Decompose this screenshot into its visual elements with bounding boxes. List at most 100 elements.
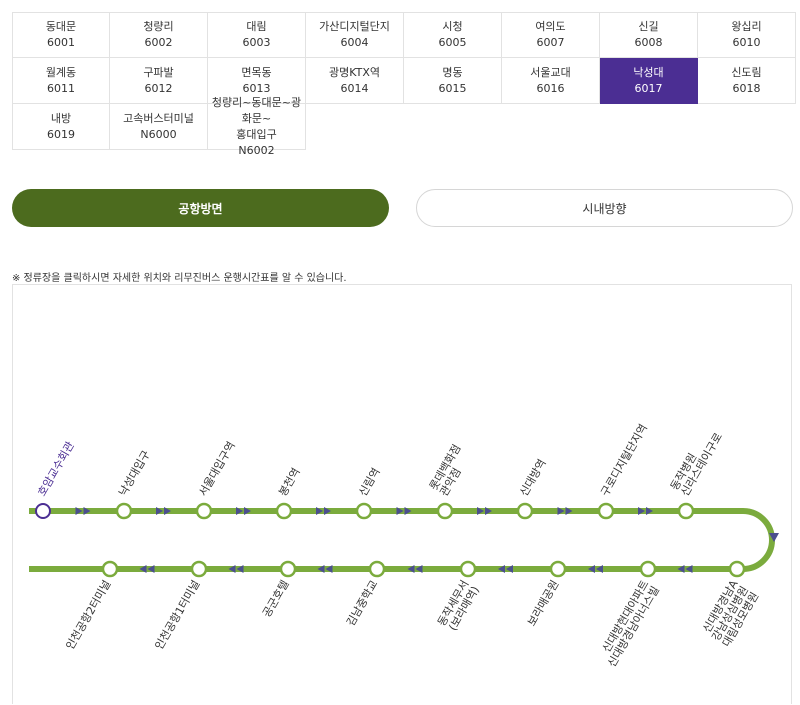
stop-name: 가산디지털단지 [319,20,390,33]
stop-cell[interactable]: 낙성대 6017 [600,58,698,104]
stop-code: 6008 [634,36,663,49]
stop-cell[interactable]: 고속버스터미널 N6000 [110,104,208,150]
station-label-line: 서울대입구역 [196,439,238,498]
stop-cell[interactable]: 동대문 6001 [12,12,110,58]
stop-cell[interactable]: 가산디지털단지 6004 [306,12,404,58]
station-marker [115,502,133,520]
station-label[interactable]: 보라매공원 [525,578,562,628]
station-marker [639,560,657,578]
station-label[interactable]: 낙성대입구 [116,448,153,498]
stop-name: 서울교대 [530,65,571,79]
notice-text: ※ 정류장을 클릭하시면 자세한 위치와 리무진버스 운행시간표를 알 수 있습… [12,273,347,284]
stop-code: 6014 [340,81,369,95]
stop-name: 청량리~동대문~광화문~ 홍대입구 [211,95,302,141]
stop-code: 6005 [438,36,467,49]
station-label[interactable]: 구로디지털단지역 [598,422,650,499]
station-label[interactable]: 서울대입구역 [196,439,238,498]
station-marker [549,560,567,578]
stop-name: 신길 [638,20,659,33]
stop-cell[interactable]: 여의도 6007 [502,12,600,58]
station-label[interactable]: 신대방경남A강남성심병원대림성모병원 [699,578,762,650]
station-label[interactable]: 동작병원신라스테이구로 [668,425,725,499]
stop-name: 면목동 [241,65,272,79]
station-label-line: 인천공항2터미널 [63,578,114,652]
station-label-line: 봉천역 [275,465,302,498]
station-marker [190,560,208,578]
stop-name: 고속버스터미널 [123,111,194,125]
station-marker [436,502,454,520]
stop-code: 6011 [47,81,75,95]
stop-cell[interactable]: 내방 6019 [12,104,110,150]
stop-code: 6016 [536,81,565,95]
stop-name: 대림 [246,20,267,33]
stop-code: 6018 [732,81,761,95]
stop-cell[interactable]: 신길 6008 [600,12,698,58]
stop-name: 내방 [50,111,72,125]
station-label[interactable]: 인천공항2터미널 [63,578,114,652]
stop-cell[interactable]: 월계동 6011 [12,58,110,104]
stop-name: 시청 [442,20,463,33]
station-label-line: 낙성대입구 [116,448,153,498]
stop-cell[interactable]: 왕십리 6010 [698,12,796,58]
stop-cell[interactable]: 광명KTX역 6014 [306,58,404,104]
station-label[interactable]: 신대방역 [517,457,549,499]
stop-code: N6002 [238,143,275,157]
station-label[interactable]: 김남중학교 [344,578,381,628]
stop-code: N6000 [140,127,177,141]
station-label[interactable]: 봉천역 [275,465,302,498]
stop-cell[interactable]: 서울교대 6016 [502,58,600,104]
route-map: 호암교수회관 낙성대입구 서울대입구역 봉천역 신림역 롯데백화점관악점 신대방역 구로디지털… [12,284,792,704]
stop-cell[interactable]: 구파발 6012 [110,58,208,104]
stop-cell[interactable]: 신도림 6018 [698,58,796,104]
stop-cell[interactable]: 청량리 6002 [110,12,208,58]
stop-code: 6019 [47,127,75,141]
stop-name: 광명KTX역 [329,65,380,79]
station-label[interactable]: 동작세무서(보라매역) [435,578,482,634]
station-marker [355,502,373,520]
stop-code: 6004 [340,36,369,49]
stop-code: 6015 [438,81,467,95]
station-marker [101,560,119,578]
stop-code: 6007 [536,36,565,49]
station-label-line: 구로디지털단지역 [598,422,650,499]
station-marker [597,502,615,520]
stop-name: 명동 [442,65,463,79]
stop-cell[interactable]: 명동 6015 [404,58,502,104]
station-label[interactable]: 인천공항1터미널 [152,578,203,652]
station-marker [677,502,695,520]
station-label[interactable]: 신림역 [356,466,382,499]
station-marker [728,560,746,578]
stop-name: 구파발 [143,65,174,79]
route-diagram: 호암교수회관 낙성대입구 서울대입구역 봉천역 신림역 롯데백화점관악점 신대방역 구로디지털… [29,422,779,669]
airport-direction-button[interactable]: 공항방면 [12,189,389,227]
station-marker [35,503,51,519]
station-marker [195,502,213,520]
stop-name: 낙성대 [633,65,664,79]
station-label-line: 보라매공원 [525,578,562,628]
station-label[interactable]: 호암교수회관 [35,439,77,498]
city-direction-button[interactable]: 시내방향 [416,189,793,227]
station-label[interactable]: 공군호텔 [260,578,292,620]
stop-cell[interactable]: 시청 6005 [404,12,502,58]
stop-name: 신도림 [731,65,762,79]
stop-name: 여의도 [535,20,566,33]
route-line [29,508,775,572]
stop-name: 동대문 [45,20,77,33]
station-label[interactable]: 신대방현대아파트신대방경남아너스빌 [595,578,662,669]
station-label[interactable]: 롯데백화점관악점 [427,442,474,498]
station-label-line: 신대방역 [517,457,549,499]
stop-code: 6002 [144,36,173,49]
stop-cell[interactable]: 청량리~동대문~광화문~ 홍대입구 N6002 [208,96,306,157]
station-label-line: 공군호텔 [260,578,292,620]
station-marker [516,502,534,520]
station-marker [275,502,293,520]
stop-code: 6001 [47,36,75,49]
stop-cell[interactable]: 대림 6003 [208,12,306,58]
station-marker [368,560,386,578]
station-label-line: 신림역 [356,466,382,499]
stop-name: 청량리 [143,20,174,33]
station-marker [459,560,477,578]
stop-code: 6003 [242,36,271,49]
stop-name: 왕십리 [731,20,762,33]
station-label-line: 인천공항1터미널 [152,578,203,652]
